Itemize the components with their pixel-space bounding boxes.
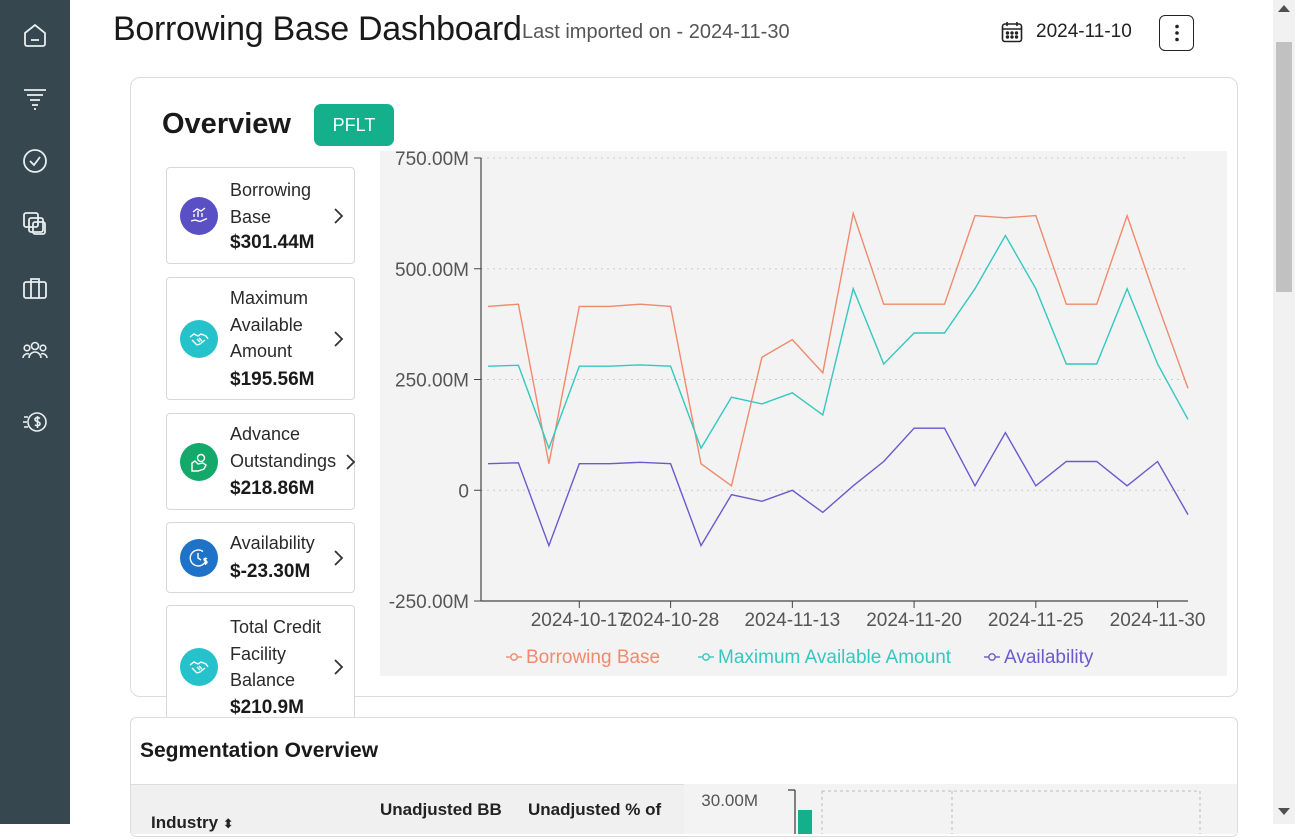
metric-card-total-credit-facility-balance[interactable]: Total Credit Facility Balance $210.9M (166, 605, 355, 728)
metric-label: Advance Outstandings (230, 424, 337, 471)
metric-card-availability[interactable]: Availability $-23.30M (166, 522, 355, 593)
metric-label: Total Credit Facility Balance (230, 617, 322, 690)
y-tick-label: 500.00M (395, 260, 469, 281)
x-tick-label: 2024-11-13 (744, 610, 840, 631)
y-tick-label: 0 (458, 481, 469, 502)
segmentation-bar-chart: 30.00M (684, 784, 1237, 834)
series-line-availability (487, 427, 1189, 548)
layers-icon[interactable] (19, 208, 51, 240)
x-tick-label: 2024-10-17 (531, 610, 628, 631)
page-scrollbar[interactable] (1273, 0, 1295, 824)
column-header-unadjusted-bb[interactable]: Unadjusted BB (380, 800, 502, 820)
legend-item: Availability (1004, 647, 1094, 668)
calendar-icon (1001, 22, 1023, 43)
x-tick-label: 2024-11-25 (988, 610, 1084, 631)
metric-value: $210.9M (230, 697, 304, 718)
filter-icon[interactable] (19, 83, 51, 115)
legend-marker-dot (702, 653, 710, 661)
selected-date: 2024-11-10 (1036, 21, 1132, 42)
metric-value: $-23.30M (230, 561, 311, 582)
date-picker[interactable]: 2024-11-10 (1000, 20, 1132, 44)
segmentation-chart-svg: 30.00M (701, 789, 1201, 834)
briefcase-icon[interactable] (19, 272, 51, 304)
last-imported-text: Last imported on - 2024-11-30 (522, 21, 790, 43)
handshake-icon (180, 648, 218, 686)
legend-marker-dot (510, 653, 518, 661)
check-circle-icon[interactable] (19, 145, 51, 177)
chevron-right-icon (334, 659, 344, 675)
hand-coin-icon (180, 443, 218, 481)
x-tick-label: 2024-10-28 (622, 610, 719, 631)
home-icon[interactable] (19, 19, 51, 51)
series-line-maximum-available-amount (487, 234, 1189, 451)
dollar-coin-icon[interactable] (19, 406, 51, 438)
hand-chart-icon (180, 197, 218, 235)
page-title: Borrowing Base Dashboard (113, 10, 522, 48)
column-header-unadjusted-pct[interactable]: Unadjusted % of (528, 800, 661, 820)
line-chart-svg: 750.00M 500.00M 250.00M 0 -250.00M 2024-10-17… (389, 151, 1206, 668)
sidebar (0, 0, 70, 824)
metric-label: Availability (230, 533, 315, 553)
bar (798, 810, 812, 834)
metric-card-advance-outstandings[interactable]: Advance Outstandings $218.86M (166, 413, 356, 510)
metric-value: $301.44M (230, 232, 315, 253)
fund-selector-button[interactable]: PFLT (314, 104, 394, 146)
metric-card-borrowing-base[interactable]: Borrowing Base $301.44M (166, 167, 355, 264)
chevron-right-icon (334, 331, 344, 347)
users-icon[interactable] (19, 335, 51, 367)
x-tick-label: 2024-11-30 (1110, 610, 1206, 631)
y-tick-label: 750.00M (395, 151, 469, 170)
metric-label: Maximum Available Amount (230, 288, 309, 361)
handshake-icon (180, 320, 218, 358)
column-header-industry[interactable]: Industry ⬍ (151, 813, 234, 833)
y-tick-label: -250.00M (389, 592, 469, 613)
scroll-thumb[interactable] (1276, 42, 1292, 292)
legend-marker-dot (988, 653, 996, 661)
chevron-right-icon (334, 208, 344, 224)
chevron-right-icon (334, 550, 344, 566)
more-options-button[interactable] (1159, 15, 1194, 51)
metric-card-maximum-available-amount[interactable]: Maximum Available Amount $195.56M (166, 277, 355, 400)
scroll-down-arrow-icon[interactable] (1278, 808, 1290, 815)
overview-title: Overview (162, 108, 291, 140)
clock-dollar-icon (180, 539, 218, 577)
legend-item: Borrowing Base (526, 647, 660, 668)
overview-line-chart: 750.00M 500.00M 250.00M 0 -250.00M 2024-10-17… (380, 151, 1227, 676)
y-tick-label: 30.00M (701, 791, 758, 810)
metric-value: $195.56M (230, 369, 315, 390)
y-tick-label: 250.00M (395, 371, 469, 392)
segmentation-table-header: Industry ⬍ Unadjusted BB Unadjusted % of (131, 784, 684, 834)
chevron-right-icon (346, 454, 356, 470)
metric-label: Borrowing Base (230, 180, 312, 227)
metric-value: $218.86M (230, 478, 315, 499)
scroll-up-arrow-icon[interactable] (1278, 5, 1290, 12)
segmentation-title: Segmentation Overview (140, 739, 379, 762)
legend-item: Maximum Available Amount (718, 647, 952, 668)
x-tick-label: 2024-11-20 (866, 610, 962, 631)
kebab-menu-icon (1174, 24, 1179, 42)
